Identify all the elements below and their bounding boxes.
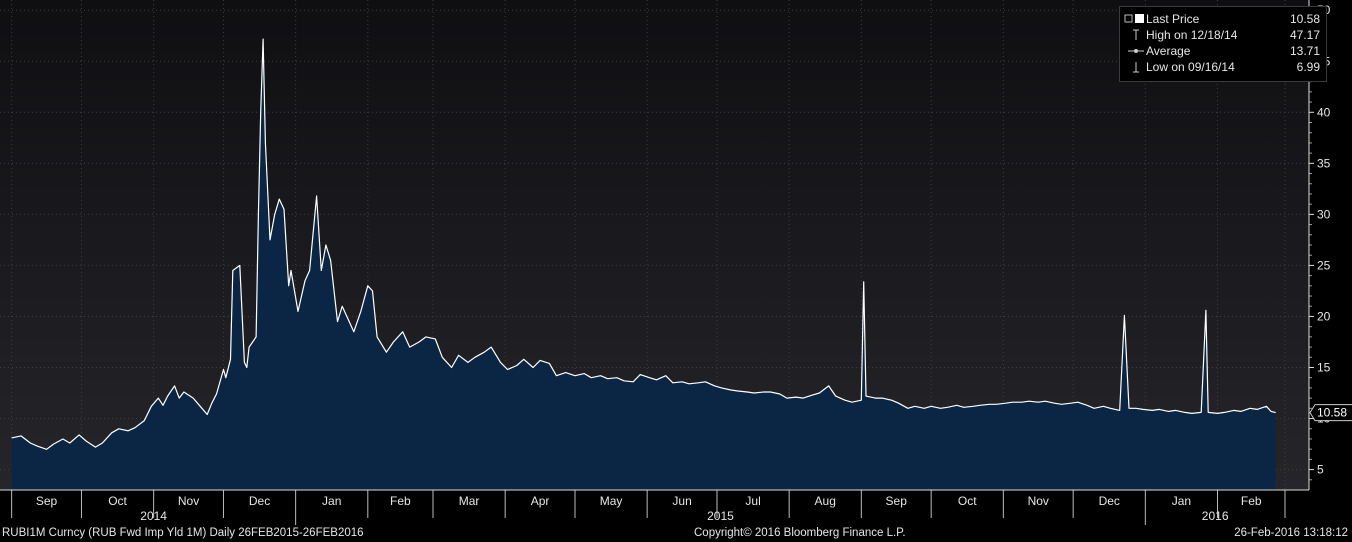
legend-entry-low: Low on 09/16/14 6.99	[1124, 59, 1320, 75]
y-tick-label: 20	[1317, 309, 1331, 323]
footer: RUBI1M Curncy (RUB Fwd Imp Yld 1M) Daily…	[0, 525, 1352, 542]
x-tick-label: Oct	[108, 494, 127, 508]
y-tick-label: 35	[1317, 156, 1331, 170]
legend-entry-average: Average 13.71	[1124, 43, 1320, 59]
x-tick-label: Aug	[815, 494, 836, 508]
legend-value: 10.58	[1289, 12, 1320, 26]
footer-copyright: Copyright© 2016 Bloomberg Finance L.P.	[694, 527, 906, 539]
legend: Last Price 10.58 High on 12/18/14 47.17 …	[1119, 6, 1327, 82]
x-tick-label: Dec	[1099, 494, 1120, 508]
footer-timestamp: 26-Feb-2016 13:18:12	[1234, 527, 1348, 539]
legend-label: Last Price	[1146, 12, 1200, 26]
x-tick-label: May	[600, 494, 623, 508]
x-tick-label: Dec	[249, 494, 270, 508]
x-tick-label: Sep	[886, 494, 908, 508]
x-tick-label: Feb	[390, 494, 411, 508]
y-tick-label: 15	[1317, 361, 1331, 375]
legend-label: Low on 09/16/14	[1146, 60, 1235, 74]
last-value-label: 10.58	[1317, 406, 1347, 420]
legend-entry-high: High on 12/18/14 47.17	[1124, 27, 1320, 43]
x-tick-label: Oct	[958, 494, 977, 508]
legend-value: 13.71	[1289, 44, 1320, 58]
legend-value: 6.99	[1296, 60, 1320, 74]
year-label: 2016	[1202, 509, 1229, 523]
legend-label: Average	[1146, 44, 1191, 58]
square-icon	[1124, 11, 1146, 27]
x-tick-label: Jun	[672, 494, 691, 508]
low-marker-icon	[1124, 59, 1146, 75]
x-tick-label: Jan	[322, 494, 341, 508]
y-tick-label: 25	[1317, 258, 1331, 272]
footer-ticker-info: RUBI1M Curncy (RUB Fwd Imp Yld 1M) Daily…	[2, 527, 364, 539]
average-marker-icon	[1124, 43, 1146, 59]
year-label: 2015	[707, 509, 734, 523]
x-tick-label: Jul	[745, 494, 760, 508]
x-tick-label: Apr	[531, 494, 550, 508]
year-label: 2014	[140, 509, 167, 523]
x-tick-label: Sep	[36, 494, 58, 508]
y-tick-label: 5	[1317, 463, 1324, 477]
x-tick-label: Feb	[1241, 494, 1262, 508]
high-marker-icon	[1124, 27, 1146, 43]
x-tick-label: Jan	[1172, 494, 1191, 508]
y-tick-label: 40	[1317, 105, 1331, 119]
x-tick-label: Nov	[178, 494, 199, 508]
x-tick-label: Mar	[459, 494, 480, 508]
legend-label: High on 12/18/14	[1146, 28, 1238, 42]
x-tick-label: Nov	[1028, 494, 1049, 508]
legend-entry-last-price: Last Price 10.58	[1124, 11, 1320, 27]
y-tick-label: 30	[1317, 207, 1331, 221]
legend-value: 47.17	[1289, 28, 1320, 42]
